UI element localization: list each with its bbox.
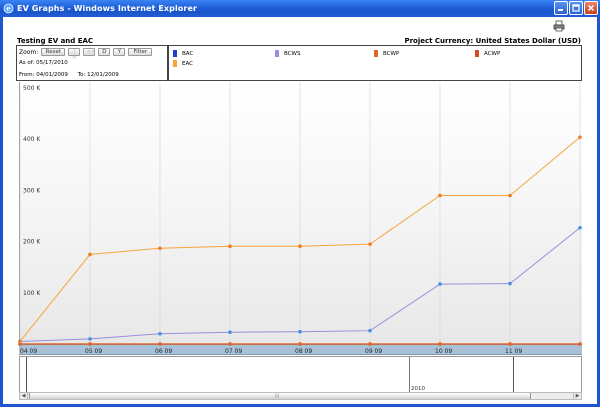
x-tick-label: 11 09 (505, 348, 522, 355)
data-point-bcws (508, 281, 512, 286)
navigator-selection[interactable] (26, 357, 514, 392)
legend-label-bcws: BCWS (284, 50, 301, 57)
previous-button[interactable]: << (83, 48, 96, 56)
legend-swatch-bac (173, 50, 177, 57)
first-button[interactable]: |< (68, 48, 81, 61)
data-point-eac (578, 135, 582, 139)
minimize-icon[interactable] (554, 1, 568, 15)
data-point-bcwp (158, 342, 162, 346)
year-zoom-button[interactable]: Y (113, 48, 126, 56)
data-point-eac (368, 242, 372, 246)
timeline-navigator[interactable]: 2010 (19, 356, 582, 393)
window-title: EV Graphs - Windows Internet Explorer (17, 4, 198, 13)
scrollbar-thumb[interactable]: ||| (29, 393, 531, 399)
legend-label-acwp: ACWP (484, 50, 501, 57)
chart-legend: BAC BCWS BCWP ACWP EAC (168, 45, 582, 81)
data-point-eac (508, 193, 512, 198)
day-zoom-button[interactable]: D (98, 48, 111, 56)
legend-swatch-eac (173, 60, 177, 67)
data-point-bcwp (578, 342, 582, 346)
y-tick-label: 400 K (23, 136, 41, 143)
data-point-bcws (228, 330, 232, 335)
project-currency: Project Currency: United States Dollar (… (404, 37, 581, 45)
x-tick-label: 07 09 (225, 348, 242, 355)
data-point-bcwp (508, 342, 512, 346)
x-tick-label: 04 09 (20, 348, 37, 355)
data-point-bcws (368, 328, 372, 333)
data-point-bcwp (298, 342, 302, 346)
ev-chart: 100 K 200 K 300 K 400 K 500 K 04 09 05 09 06 09… (16, 82, 582, 355)
printer-icon[interactable] (553, 20, 565, 32)
maximize-icon[interactable] (569, 1, 583, 15)
window-frame-left (0, 17, 3, 407)
y-tick-label: 300 K (23, 187, 41, 194)
svg-text:e: e (6, 4, 11, 13)
data-point-bcws (438, 282, 442, 286)
date-range: From: 04/01/2009 To: 12/01/2009 (19, 72, 119, 78)
legend-item-bcws[interactable]: BCWS (275, 50, 300, 57)
legend-item-bcwp[interactable]: BCWP (374, 50, 399, 57)
data-point-bcws (158, 331, 162, 336)
data-point-bcwp (228, 342, 232, 346)
legend-swatch-acwp (475, 50, 479, 57)
x-tick-label: 06 09 (155, 348, 172, 355)
scroll-left-arrow-icon[interactable]: ◀ (20, 393, 28, 399)
y-tick-label: 200 K (23, 239, 41, 246)
data-point-bcwp (438, 342, 442, 346)
y-tick-label: 500 K (23, 85, 41, 92)
chart-plot-svg: 100 K 200 K 300 K 400 K 500 K 04 09 05 09 06 09… (18, 82, 582, 355)
data-point-eac (298, 244, 302, 249)
legend-item-eac[interactable]: EAC (173, 60, 193, 67)
y-tick-label: 100 K (23, 290, 41, 297)
legend-label-bcwp: BCWP (383, 50, 400, 57)
scroll-right-arrow-icon[interactable]: ▶ (573, 393, 581, 399)
legend-swatch-bcws (275, 50, 279, 57)
filter-button[interactable]: Filter (128, 48, 153, 56)
data-point-eac (228, 244, 232, 249)
window-title-bar: e EV Graphs - Windows Internet Explorer (0, 0, 600, 17)
report-title: Testing EV and EAC (17, 37, 94, 45)
legend-label-bac: BAC (182, 50, 194, 57)
navigator-year-tick (409, 357, 410, 392)
internet-explorer-icon: e (3, 3, 14, 14)
data-point-eac (438, 193, 442, 198)
reset-button[interactable]: Reset (41, 48, 66, 56)
zoom-label: Zoom: (19, 48, 39, 56)
legend-label-eac: EAC (182, 60, 193, 67)
x-tick-label: 09 09 (365, 348, 382, 355)
x-tick-label: 08 09 (295, 348, 312, 355)
data-point-eac (158, 246, 162, 251)
x-tick-label: 10 09 (435, 348, 452, 355)
data-point-bcws (88, 337, 92, 341)
data-point-eac (18, 339, 22, 344)
from-date: From: 04/01/2009 (19, 72, 68, 78)
x-tick-label: 05 09 (85, 348, 102, 355)
data-point-bcwp (368, 342, 372, 346)
legend-item-bac[interactable]: BAC (173, 50, 193, 57)
legend-swatch-bcwp (374, 50, 378, 57)
as-of-date: As of: 05/17/2010 (19, 60, 68, 66)
data-point-eac (88, 252, 92, 257)
data-point-bcws (578, 225, 582, 230)
close-icon[interactable] (584, 1, 598, 15)
timeline-scrollbar[interactable]: ◀ ||| ▶ (19, 392, 582, 400)
scrollbar-grip-icon: ||| (275, 393, 280, 398)
to-date: To: 12/01/2009 (77, 72, 119, 78)
zoom-controls-panel: Zoom: Reset |< << D Y Filter As of: 05/1… (16, 45, 168, 81)
legend-item-acwp[interactable]: ACWP (475, 50, 500, 57)
data-point-bcws (298, 329, 302, 334)
data-point-bcwp (88, 342, 92, 346)
